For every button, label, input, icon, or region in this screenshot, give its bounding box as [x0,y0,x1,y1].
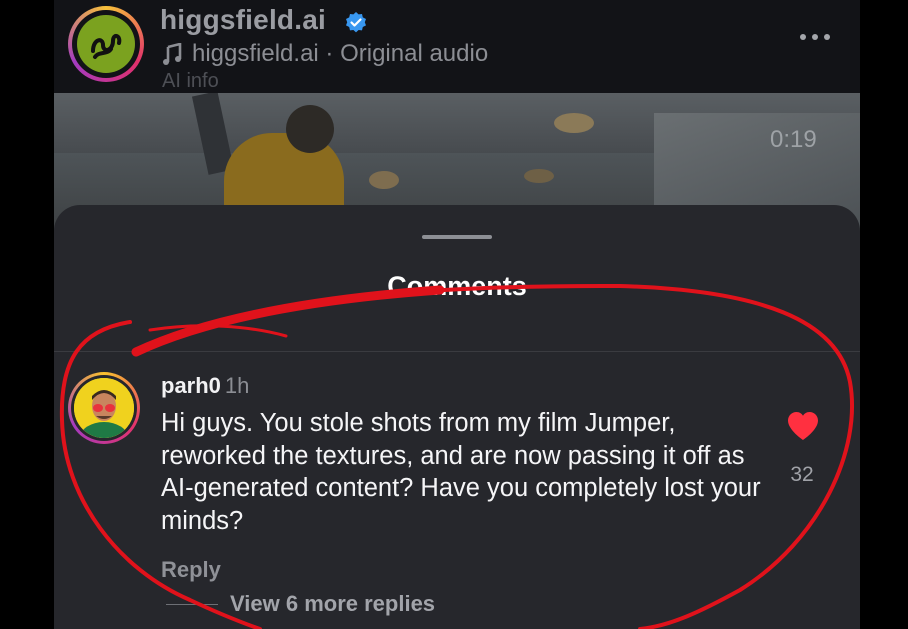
more-options-icon[interactable] [798,30,832,44]
heart-icon[interactable] [787,411,819,441]
audio-label: higgsfield.ai · Original audio [192,40,489,67]
music-note-icon [163,43,182,65]
replies-divider [166,603,218,605]
view-replies-label: View 6 more replies [230,591,436,616]
comment-time: 1h [224,373,250,398]
commenter-avatar[interactable] [68,372,140,444]
video-duration: 0:19 [770,126,817,153]
divider [54,351,860,352]
reply-button[interactable]: Reply [161,557,221,583]
commenter-username[interactable]: parh0 [161,373,221,398]
drag-handle[interactable] [422,235,492,239]
account-avatar[interactable] [68,6,144,82]
account-name[interactable]: higgsfield.ai [160,4,326,36]
commenter-photo [74,378,134,438]
reel-header: higgsfield.ai higgsfield.ai · Original a… [54,0,860,93]
reel-screen: higgsfield.ai higgsfield.ai · Original a… [54,0,860,629]
comment-header: parh0 1h [161,373,249,399]
comments-title: Comments [387,271,527,301]
comments-sheet: Comments parh0 1h Hi guys. You stole sho… [54,205,860,629]
view-replies-button[interactable]: View 6 more replies [166,591,435,617]
higgsfield-logo [77,15,135,73]
ai-info-label[interactable]: AI info [162,70,219,93]
audio-link[interactable]: higgsfield.ai · Original audio [162,40,488,68]
like-count: 32 [790,463,814,486]
verified-badge-icon [346,12,366,33]
comment-text: Hi guys. You stole shots from my film Ju… [161,409,761,536]
